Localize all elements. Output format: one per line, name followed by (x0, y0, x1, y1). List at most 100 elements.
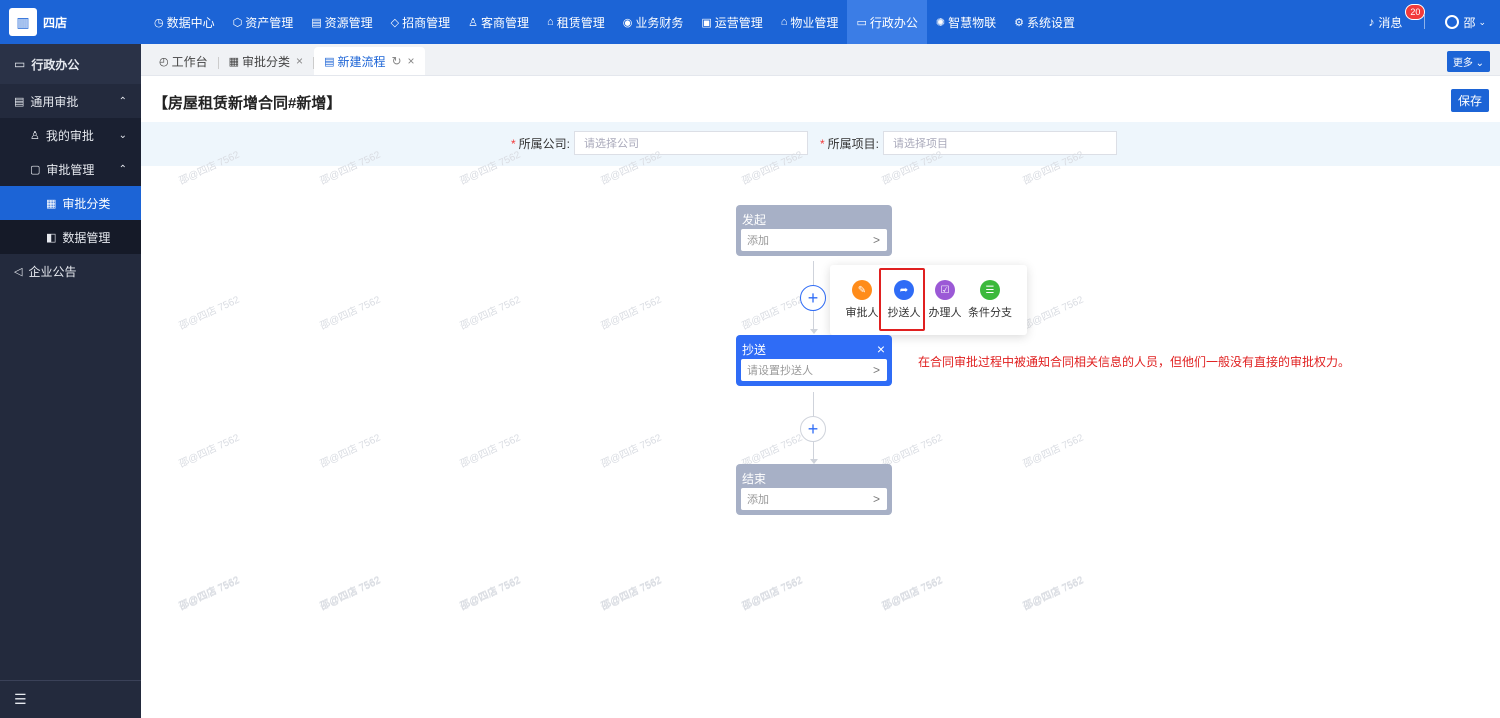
flow-node-start[interactable]: 发起 添加 > (736, 205, 892, 256)
chart-icon: ◷ (154, 16, 164, 29)
node-body[interactable]: 添加 > (741, 488, 887, 510)
sidebar-item[interactable]: ▢ 审批管理 ⌃ (0, 152, 141, 186)
bell-icon: ♪ (1368, 15, 1375, 29)
top-nav-item[interactable]: ⚙ 系统设置 (1005, 0, 1084, 44)
sidebar: ▭ 行政办公 ▤ 通用审批 ⌃ ♙ 我的审批 ⌄ ▢ 审批管理 ⌃ ▦ 审批分类 ◧ 数据管理 ◁ 企业公告… (0, 44, 141, 718)
top-nav-item[interactable]: ▭ 行政办公 (847, 0, 927, 44)
chevron-down-icon: ⌄ (1478, 16, 1486, 27)
gear-icon: ⚙ (1014, 16, 1024, 29)
header-right: ♪ 消息 20 邵 ⌄ (1368, 0, 1500, 44)
top-nav-label: 运营管理 (714, 15, 763, 30)
top-nav-item[interactable]: ♙ 客商管理 (459, 0, 538, 44)
sidebar-item[interactable]: ▤ 通用审批 ⌃ (0, 84, 141, 118)
property-icon: ⌂ (780, 16, 788, 28)
highlight-box (879, 268, 925, 331)
monitor-icon: ▭ (14, 57, 26, 71)
flow-node-cc[interactable]: 抄送 × 请设置抄送人 > (736, 335, 892, 386)
annotation-text: 在合同审批过程中被通知合同相关信息的人员，但他们一般没有直接的审批权力。 (918, 355, 1351, 369)
top-nav: ◷ 数据中心 ⬡ 资产管理 ▤ 资源管理 ◇ 招商管理 ♙ 客商管理 ⌂ 租赁管理 ◉ 业务财务 ▣ 运营管理… (145, 0, 1084, 44)
users-icon: ♙ (468, 16, 479, 29)
sidebar-title-label: 行政办公 (31, 57, 80, 72)
grid-icon: ▦ (46, 197, 57, 210)
monitor-icon: ▭ (856, 16, 867, 29)
top-nav-item[interactable]: ⌂ 物业管理 (772, 0, 848, 44)
watermark: 邵@四店 7562 (599, 432, 664, 471)
home-icon: ⌂ (547, 16, 554, 28)
popup-option-label: 办理人 (928, 307, 962, 319)
user-name: 邵 (1463, 15, 1476, 30)
tab[interactable]: ▦ 审批分类 × (219, 47, 313, 75)
grid-icon: ▦ (228, 55, 240, 68)
building-icon: ▤ (311, 16, 322, 29)
iot-icon: ✺ (935, 16, 946, 29)
sidebar-item[interactable]: ◁ 企业公告 (0, 254, 141, 288)
watermark: 邵@四店 7562 (740, 294, 805, 333)
logo-icon[interactable]: ▥ (9, 8, 37, 36)
sidebar-item[interactable]: ▦ 审批分类 (0, 186, 141, 220)
chevron-icon: ⌃ (118, 95, 127, 107)
page-title: 【房屋租赁新增合同#新增】 (153, 95, 342, 112)
top-nav-item[interactable]: ◉ 业务财务 (614, 0, 693, 44)
top-bar: ▥ 四店 ◷ 数据中心 ⬡ 资产管理 ▤ 资源管理 ◇ 招商管理 ♙ 客商管理 ⌂ 租赁管理 ◉ 业务财务… (0, 0, 1500, 44)
popup-option[interactable]: ☰ 条件分支 (965, 280, 1015, 320)
popup-option[interactable]: ✎ 审批人 (842, 280, 882, 320)
node-body[interactable]: 添加 > (741, 229, 887, 251)
avatar-icon (1445, 15, 1460, 29)
ops-icon: ▣ (701, 16, 712, 29)
company-select[interactable]: 请选择公司 (574, 131, 809, 155)
top-nav-item[interactable]: ✺ 智慧物联 (927, 0, 1005, 44)
messages-label: 消息 (1378, 15, 1403, 30)
dashboard-icon: ◴ (159, 55, 169, 68)
save-button[interactable]: 保存 (1450, 89, 1489, 112)
more-tabs-button[interactable]: 更多 ⌄ (1446, 51, 1490, 72)
top-nav-item[interactable]: ⬡ 资产管理 (224, 0, 303, 44)
tab-label: 审批分类 (242, 54, 291, 69)
popup-option-label: 审批人 (845, 307, 879, 319)
header-divider (1424, 15, 1426, 29)
collapse-sidebar-icon[interactable]: ☰ (0, 680, 141, 718)
tab-list: ◴ 工作台 ▦ 审批分类 × ▤ 新建流程 ↻ × (149, 47, 425, 75)
popup-option[interactable]: ☑ 办理人 (925, 280, 965, 320)
clipboard-icon: ▢ (30, 163, 41, 176)
top-nav-label: 业务财务 (635, 15, 684, 30)
top-nav-item[interactable]: ◇ 招商管理 (382, 0, 459, 44)
close-icon[interactable]: × (296, 54, 303, 68)
chevron-right-icon: > (872, 233, 880, 247)
chevron-icon: ⌃ (118, 163, 127, 175)
node-title: 发起 (742, 212, 767, 227)
chevron-icon: ⌄ (118, 129, 127, 141)
node-body[interactable]: 请设置抄送人 > (741, 359, 887, 381)
add-node-button[interactable]: + (800, 416, 826, 442)
sidebar-item-label: 企业公告 (28, 264, 77, 279)
form-icon: ▤ (324, 55, 335, 68)
more-label: 更多 (1452, 58, 1473, 69)
brand-name: 四店 (43, 15, 68, 30)
top-nav-item[interactable]: ▤ 资源管理 (302, 0, 381, 44)
top-nav-item[interactable]: ⌂ 租赁管理 (538, 0, 614, 44)
chevron-right-icon: > (872, 492, 880, 506)
cube-icon: ⬡ (232, 16, 243, 29)
tab[interactable]: ◴ 工作台 (149, 47, 218, 75)
sidebar-item[interactable]: ♙ 我的审批 ⌄ (0, 118, 141, 152)
data-icon: ◧ (46, 231, 57, 244)
top-nav-label: 资源管理 (324, 15, 373, 30)
speaker-icon: ◁ (14, 265, 23, 278)
add-node-button[interactable]: + (800, 285, 826, 311)
close-icon[interactable]: × (877, 341, 885, 357)
sidebar-item[interactable]: ◧ 数据管理 (0, 220, 141, 254)
flow-node-end[interactable]: 结束 添加 > (736, 464, 892, 515)
top-nav-item[interactable]: ◷ 数据中心 (145, 0, 224, 44)
user-menu[interactable]: 邵 ⌄ (1445, 14, 1486, 31)
top-nav-label: 行政办公 (869, 15, 918, 30)
close-icon[interactable]: × (408, 54, 415, 68)
watermark: 邵@四店 7562 (318, 432, 383, 471)
sidebar-item-label: 数据管理 (62, 230, 111, 245)
messages-badge: 20 (1405, 3, 1426, 20)
sidebar-title: ▭ 行政办公 (0, 44, 141, 84)
messages-button[interactable]: ♪ 消息 20 (1368, 3, 1426, 31)
main-content: 【房屋租赁新增合同#新增】 保存 * 所属公司: 请选择公司 * 所属项目: 请选择… (141, 76, 1500, 718)
refresh-icon[interactable]: ↻ (391, 54, 401, 68)
top-nav-item[interactable]: ▣ 运营管理 (692, 0, 771, 44)
tab[interactable]: ▤ 新建流程 ↻ × (314, 47, 425, 75)
company-label: * 所属公司: (511, 136, 571, 151)
